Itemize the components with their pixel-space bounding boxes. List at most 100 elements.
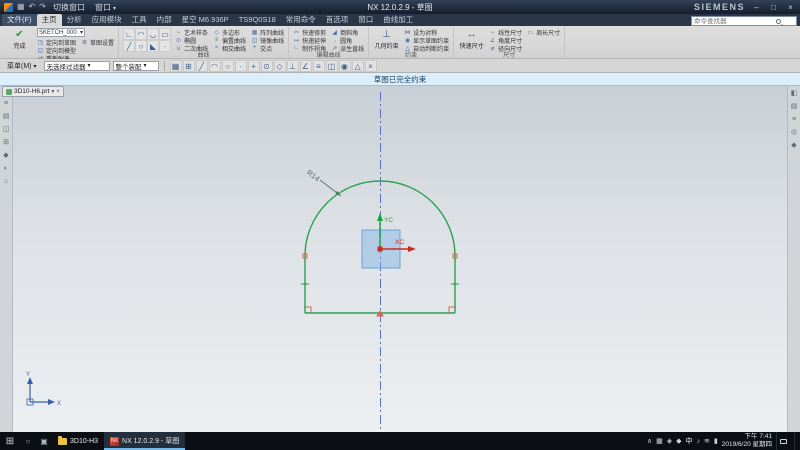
snap-point-icon[interactable]: ◫ — [326, 60, 338, 72]
ribbon-tab[interactable]: 应用模块 — [87, 14, 127, 26]
snap-point-icon[interactable]: △ — [352, 60, 364, 72]
curve-tool-button[interactable]: · — [159, 40, 171, 52]
undo-icon[interactable]: ↶ — [29, 0, 36, 14]
ribbon-small-button[interactable]: + 交点 — [251, 44, 284, 52]
button-icon: ⋈ — [404, 29, 411, 36]
snap-point-icon[interactable]: ⊙ — [261, 60, 273, 72]
volume-icon[interactable]: ♪ — [697, 438, 701, 445]
button-icon: ▦ — [251, 29, 258, 36]
ribbon-tab[interactable]: 窗口 — [353, 14, 378, 26]
tab-close-icon[interactable]: × — [56, 89, 60, 95]
taskbar-clock[interactable]: 下午 7:41 2019/6/20 星期四 — [722, 433, 772, 449]
snap-point-icon[interactable]: ∠ — [300, 60, 312, 72]
snap-point-icon[interactable]: ○ — [222, 60, 234, 72]
ribbon-small-button[interactable]: × 相交曲线 — [213, 44, 246, 52]
curve-tool-button[interactable]: ◡ — [147, 28, 159, 40]
ribbon-tab[interactable]: 首选项 — [321, 14, 354, 26]
snap-point-icon[interactable]: ⊞ — [183, 60, 195, 72]
snap-point-icon[interactable]: × — [365, 60, 377, 72]
menu-button[interactable]: 菜单(M) — [3, 61, 41, 71]
close-button[interactable]: × — [785, 3, 796, 12]
tray-icon[interactable]: ◈ — [667, 437, 672, 445]
resource-tab-icon[interactable]: ▤ — [3, 113, 10, 121]
ime-indicator[interactable]: 中 — [686, 436, 693, 446]
resource-tab-icon[interactable]: ⌂ — [4, 178, 8, 186]
ribbon-small-button[interactable]: ∟ 制作拐角 — [293, 44, 326, 52]
minimize-button[interactable]: – — [751, 3, 762, 12]
switch-window-button[interactable]: 切换窗口 — [50, 2, 88, 13]
resource-tab-icon[interactable]: ◫ — [3, 126, 10, 134]
ribbon-small-button[interactable]: ⌀ 径向尺寸 — [489, 44, 522, 52]
snap-point-icon[interactable]: ≡ — [313, 60, 325, 72]
command-finder-input[interactable] — [694, 18, 774, 25]
tab-menu-icon[interactable]: ▾ — [51, 88, 54, 95]
curve-tool-button[interactable]: ╱ — [123, 40, 135, 52]
battery-icon[interactable]: ▮ — [714, 437, 718, 445]
resource-tab-icon[interactable]: ◆ — [3, 152, 8, 160]
ribbon-tab[interactable]: 常用命令 — [281, 14, 321, 26]
button-icon: △ — [404, 45, 411, 52]
ribbon-tab[interactable]: 文件(F) — [2, 14, 37, 26]
maximize-button[interactable]: □ — [768, 3, 779, 12]
resource-tab-icon[interactable]: ⊞ — [3, 139, 9, 147]
tray-icon[interactable]: ◆ — [676, 437, 681, 445]
rapid-dimension-button[interactable]: ↔ 快速尺寸 — [458, 28, 485, 50]
resource-tab-icon[interactable]: ◎ — [791, 129, 797, 137]
ribbon-small-button[interactable]: △ 自动判断约束 — [404, 44, 449, 52]
snap-point-icon[interactable]: · — [235, 60, 247, 72]
redo-icon[interactable]: ↷ — [39, 0, 46, 14]
explorer-task-button[interactable]: 3D10-H3 — [52, 432, 104, 450]
ribbon-small-button[interactable]: ▭ 周长尺寸 — [527, 28, 560, 36]
snap-point-icon[interactable]: ◇ — [274, 60, 286, 72]
ribbon-tab[interactable]: 星空 M6.936P — [177, 14, 234, 26]
show-desktop-button[interactable] — [794, 432, 798, 450]
curve-tool-button[interactable]: ○ — [135, 40, 147, 52]
ribbon-small-button[interactable]: ∪ 二次曲线 — [175, 44, 208, 52]
ribbon-tab[interactable]: 分析 — [62, 14, 87, 26]
tray-icon[interactable]: ▦ — [656, 437, 663, 445]
curve-tool-button[interactable]: ◠ — [135, 28, 147, 40]
csys-origin[interactable] — [378, 247, 383, 252]
snap-point-icon[interactable]: ◉ — [339, 60, 351, 72]
ribbon-tab[interactable]: 曲线加工 — [378, 14, 418, 26]
resource-tab-icon[interactable]: ◐ — [4, 165, 8, 173]
action-center-button[interactable] — [776, 432, 790, 450]
selection-scope-combo[interactable]: 整个装配 — [113, 61, 159, 71]
ribbon-tab[interactable]: 内部 — [152, 14, 177, 26]
resource-tab-icon[interactable]: ≡ — [792, 116, 796, 124]
save-icon[interactable]: ▦ — [17, 0, 25, 14]
taskbar-search-icon[interactable]: ○ — [20, 437, 36, 446]
resource-tab-icon[interactable]: ◆ — [791, 142, 796, 150]
nx-task-button[interactable]: NX NX 12.0.2.9 - 草图 — [104, 432, 185, 450]
curve-tool-button[interactable]: ◣ — [147, 40, 159, 52]
finish-sketch-button[interactable]: ✔ 完成 — [6, 28, 33, 50]
ribbon-tab[interactable]: 工具 — [127, 14, 152, 26]
system-tray: ∧ ▦ ◈ ◆ 中 ♪ ≋ ▮ 下午 7:41 2019/6/20 星期四 — [647, 432, 800, 450]
part-window-tab[interactable]: 3D10-H6.prt ▾ × — [2, 86, 64, 97]
resource-tab-icon[interactable]: ◧ — [791, 90, 798, 98]
snap-point-icon[interactable]: ▦ — [170, 60, 182, 72]
radius-dimension[interactable]: R14 — [305, 168, 341, 196]
command-finder[interactable] — [691, 16, 797, 26]
snap-point-icon[interactable]: ◠ — [209, 60, 221, 72]
sketch-name-combo[interactable]: SKETCH_000 — [37, 28, 85, 37]
ribbon-small-button[interactable]: ⚙ 草图设置 — [81, 38, 114, 46]
start-button[interactable]: ⊞ — [0, 436, 20, 447]
snap-point-icon[interactable]: ⊥ — [287, 60, 299, 72]
snap-point-icon[interactable]: ╱ — [196, 60, 208, 72]
resource-tab-icon[interactable]: ≡ — [4, 100, 8, 108]
ribbon-small-button[interactable]: ⇗ 派生直线 — [331, 44, 364, 52]
snap-point-icon[interactable]: + — [248, 60, 260, 72]
resource-tab-icon[interactable]: ▤ — [791, 103, 798, 111]
ribbon-tab[interactable]: TS9Q0S18 — [234, 14, 281, 26]
task-view-icon[interactable]: ▣ — [36, 437, 52, 446]
network-icon[interactable]: ≋ — [704, 437, 710, 445]
selection-filter-combo[interactable]: 无选择过滤器 — [44, 61, 110, 71]
window-menu-button[interactable]: 窗口 — [92, 2, 119, 13]
tray-icon[interactable]: ∧ — [647, 437, 652, 445]
curve-tool-button[interactable]: ▭ — [159, 28, 171, 40]
graphics-window[interactable]: R14 YC XC — [0, 86, 800, 432]
ribbon-tab[interactable]: 主页 — [37, 14, 62, 26]
curve-tool-button[interactable]: ∟ — [123, 28, 135, 40]
geometric-constraints-button[interactable]: ⊥ 几何约束 — [373, 28, 400, 50]
